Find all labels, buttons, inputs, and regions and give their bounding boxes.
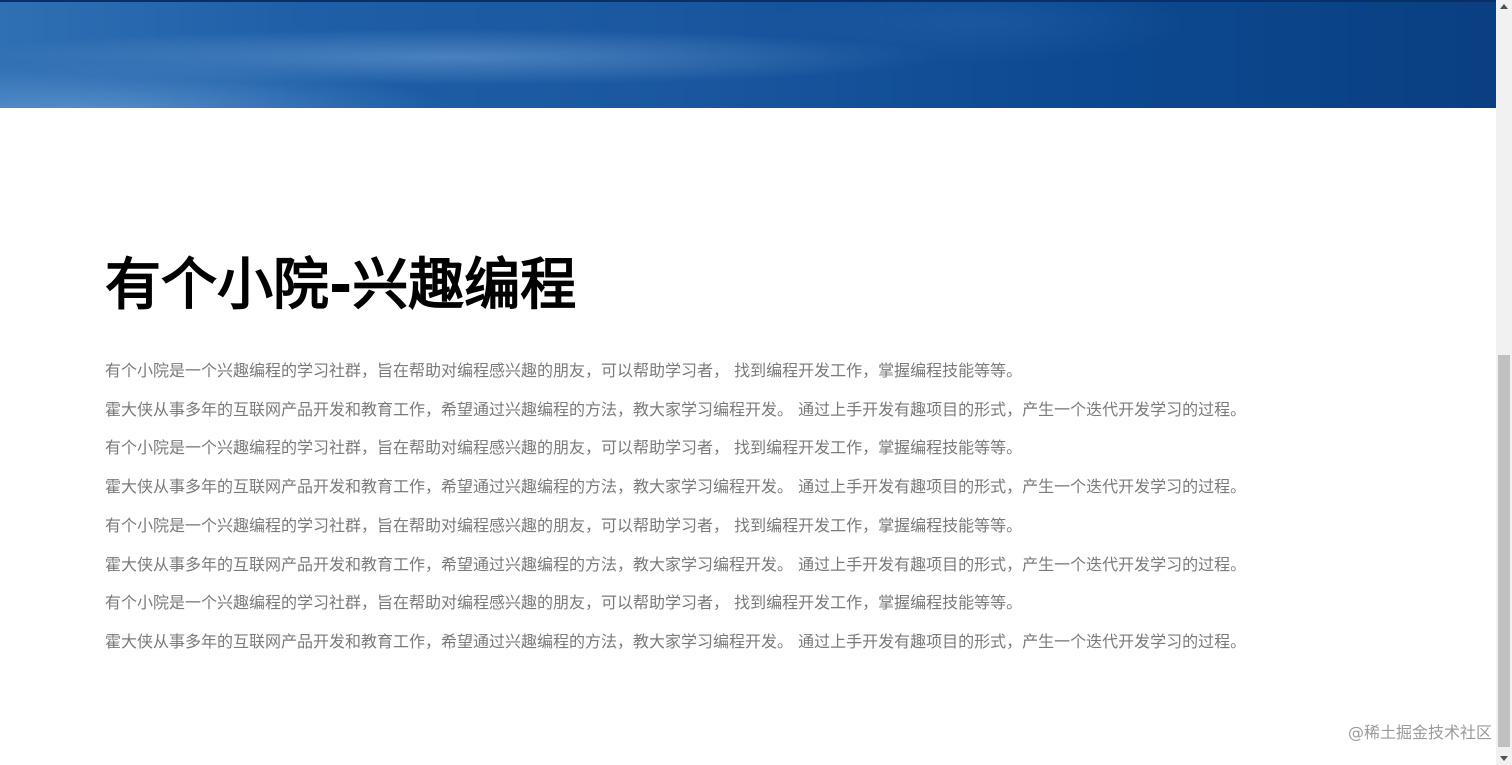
scroll-down-arrow-icon[interactable] (1500, 756, 1508, 761)
paragraph-2: 霍大侠从事多年的互联网产品开发和教育工作，希望通过兴趣编程的方法，教大家学习编程… (105, 399, 1247, 419)
vertical-scrollbar[interactable] (1496, 0, 1512, 765)
paragraph-4: 霍大侠从事多年的互联网产品开发和教育工作，希望通过兴趣编程的方法，教大家学习编程… (105, 477, 1247, 497)
paragraph-6: 霍大侠从事多年的互联网产品开发和教育工作，希望通过兴趣编程的方法，教大家学习编程… (105, 554, 1247, 574)
paragraph-8: 霍大侠从事多年的互联网产品开发和教育工作，希望通过兴趣编程的方法，教大家学习编程… (105, 631, 1247, 651)
page-title: 有个小院-兴趣编程 (105, 253, 577, 318)
paragraph-3: 有个小院是一个兴趣编程的学习社群，旨在帮助对编程感兴趣的朋友，可以帮助学习者， … (105, 438, 1023, 458)
paragraph-5: 有个小院是一个兴趣编程的学习社群，旨在帮助对编程感兴趣的朋友，可以帮助学习者， … (105, 515, 1023, 535)
watermark-text: @稀土掘金技术社区 (1347, 723, 1492, 742)
paragraph-7: 有个小院是一个兴趣编程的学习社群，旨在帮助对编程感兴趣的朋友，可以帮助学习者， … (105, 593, 1023, 613)
paragraph-list: 有个小院是一个兴趣编程的学习社群，旨在帮助对编程感兴趣的朋友，可以帮助学习者， … (105, 352, 1345, 662)
scrollbar-thumb[interactable] (1498, 355, 1510, 747)
paragraph-1: 有个小院是一个兴趣编程的学习社群，旨在帮助对编程感兴趣的朋友，可以帮助学习者， … (105, 361, 1023, 380)
hero-banner-image (0, 0, 1496, 108)
main-content: 有个小院-兴趣编程 有个小院是一个兴趣编程的学习社群，旨在帮助对编程感兴趣的朋友… (105, 250, 1345, 662)
scroll-up-arrow-icon[interactable] (1500, 4, 1508, 9)
page-viewport: 有个小院-兴趣编程 有个小院是一个兴趣编程的学习社群，旨在帮助对编程感兴趣的朋友… (0, 0, 1512, 765)
